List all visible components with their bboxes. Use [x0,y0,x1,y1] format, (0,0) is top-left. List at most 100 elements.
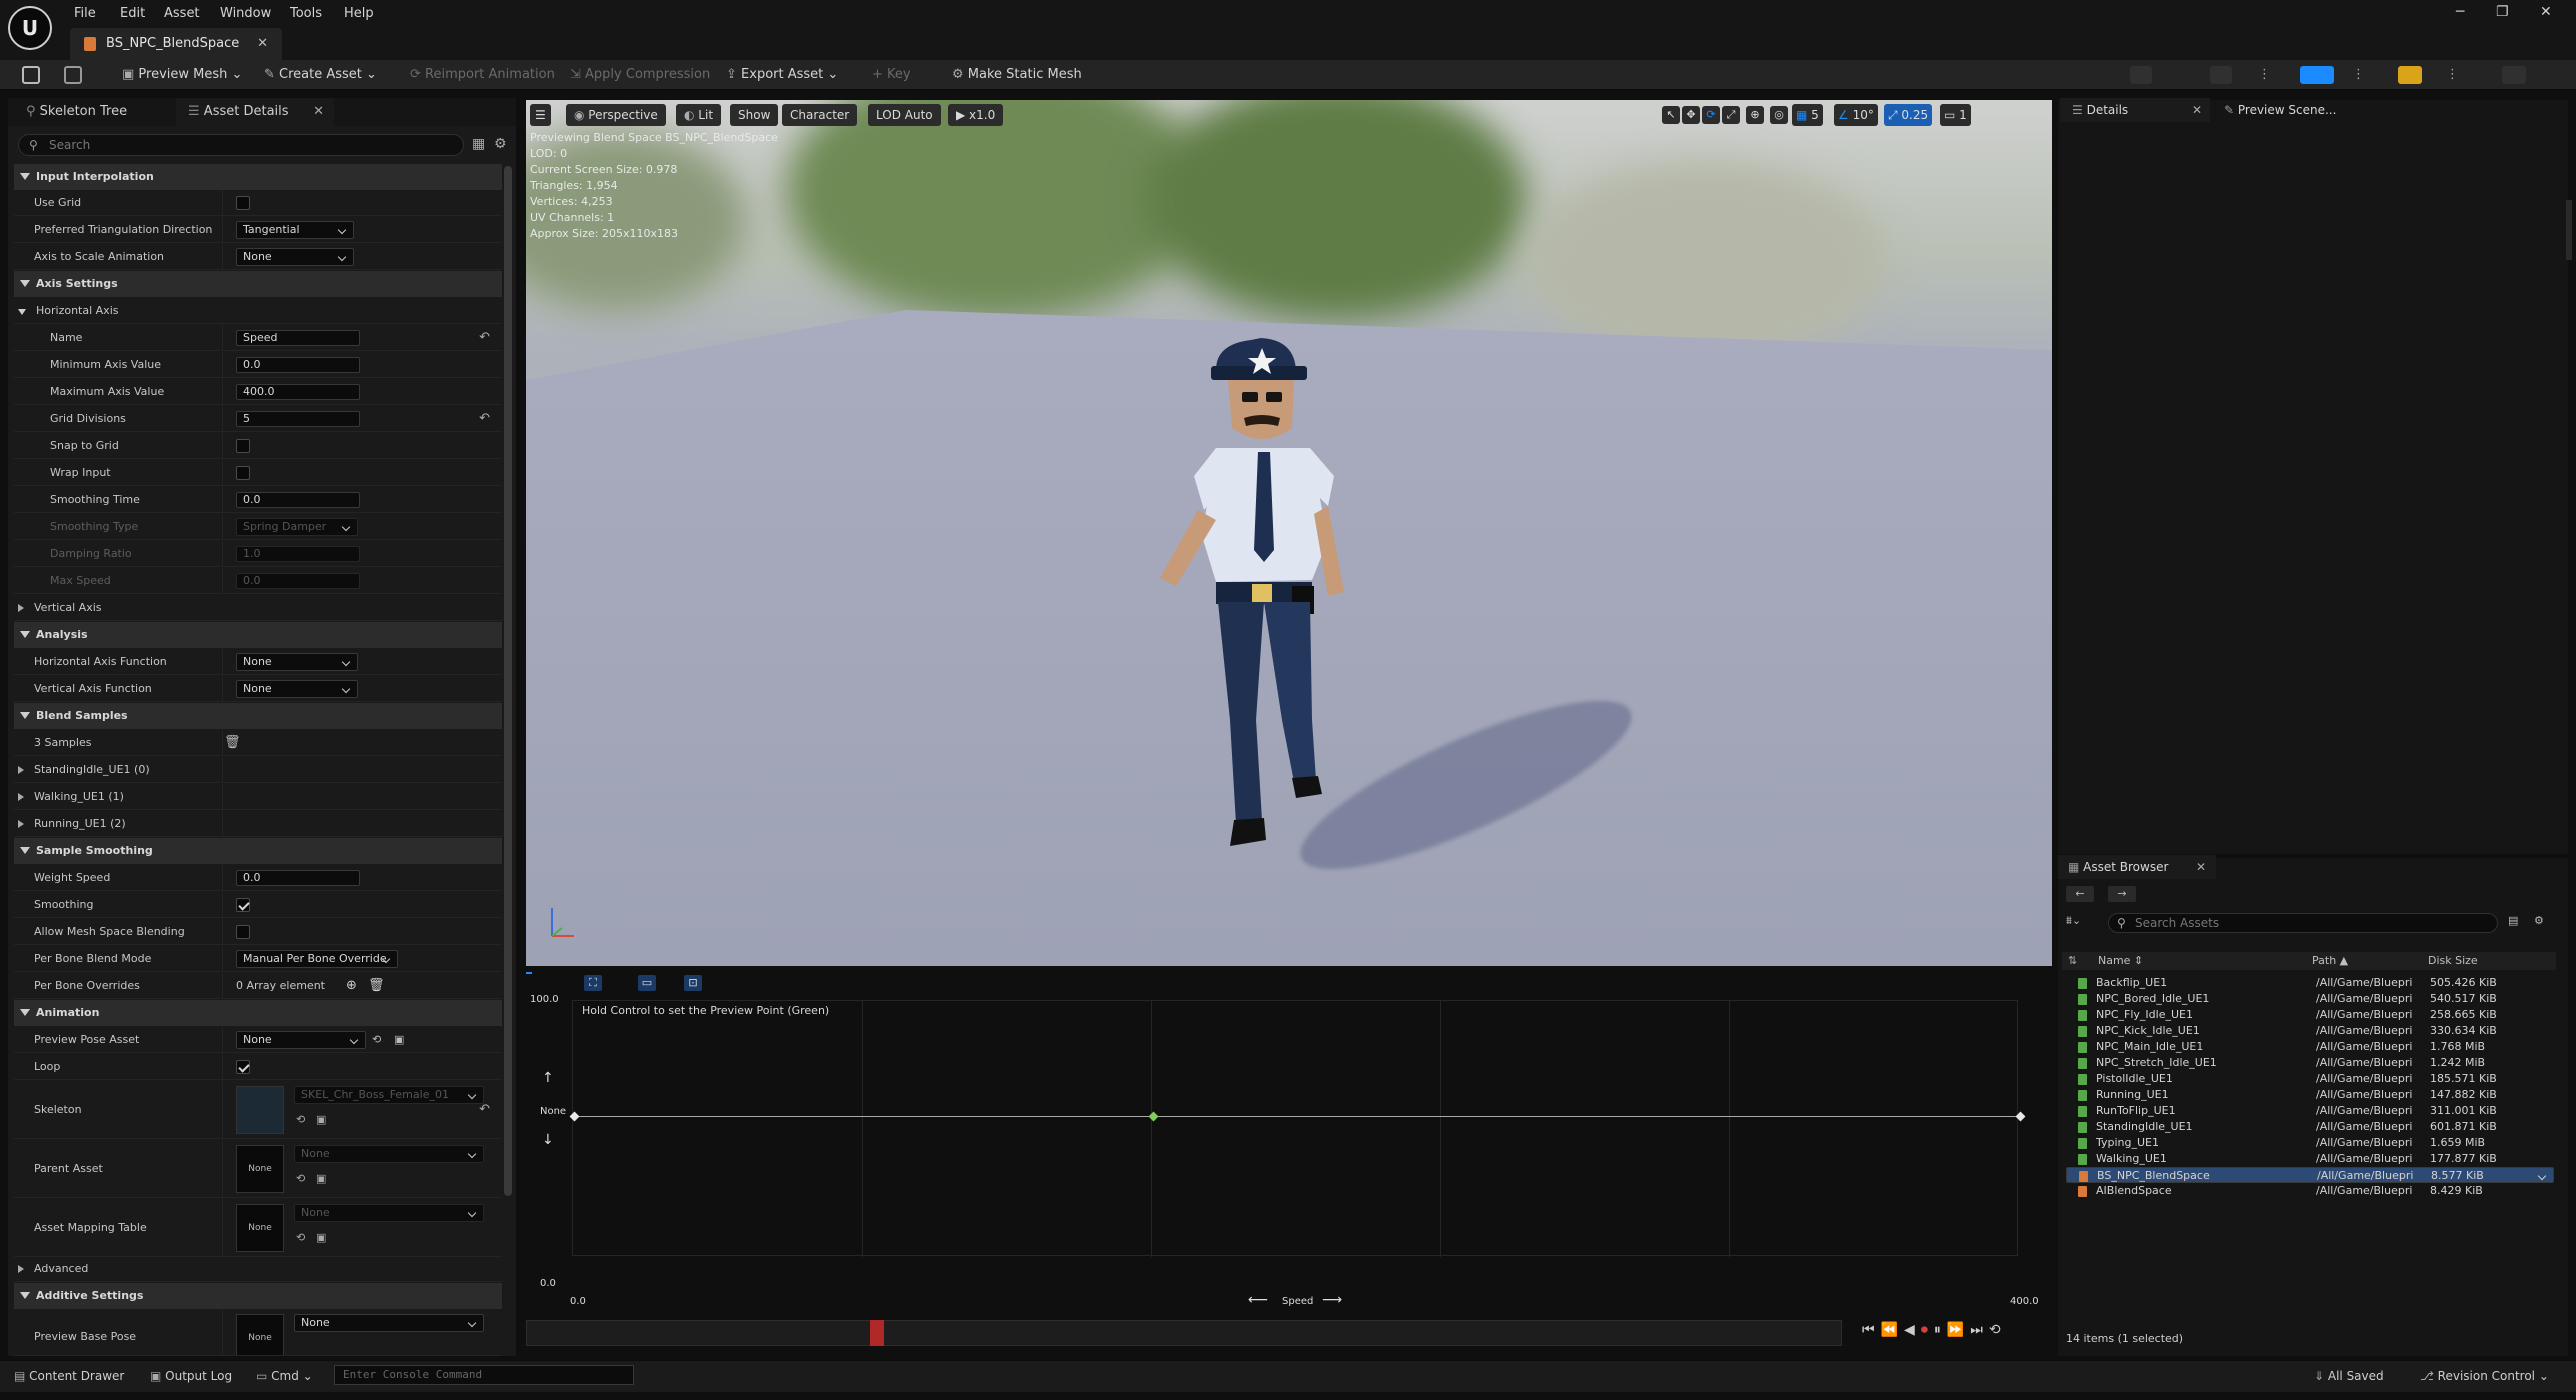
viewport-menu-icon[interactable]: ☰ [530,104,551,126]
expand-arrow-icon[interactable] [18,820,24,828]
section-input-interpolation[interactable]: Input Interpolation [14,164,502,190]
asset-row[interactable]: NPC_Main_Idle_UE1/All/Game/Bluepri 1.768 … [2066,1039,2554,1055]
unreal-logo-icon[interactable]: U [8,6,52,50]
tab-asset-browser[interactable]: ▦ Asset Browser ✕ [2058,855,2216,879]
delete-trash-icon[interactable]: 🗑 [368,973,385,999]
use-selected-icon[interactable]: ⟲ [372,1027,381,1053]
preferred-triangulation-dropdown[interactable]: Tangential [236,221,354,239]
expand-arrow-icon[interactable] [18,604,24,612]
parent-asset-dropdown[interactable]: None [294,1145,484,1163]
column-path-header[interactable]: Path ▲ [2312,952,2348,970]
lod-button[interactable]: LOD Auto [868,104,941,126]
use-selected-icon[interactable]: ⟲ [296,1225,305,1251]
asset-row[interactable]: RunToFlip_UE1/All/Game/Bluepri 311.001 Ki… [2066,1103,2554,1119]
world-space-icon[interactable]: ⊕ [1746,106,1764,124]
scale-snap-button[interactable]: ⤢ 0.25 [1884,104,1933,126]
filter-icon[interactable]: ⩩⌄ [2066,914,2081,928]
panel-scrollbar[interactable] [2566,200,2572,260]
expand-arrow-icon[interactable] [18,1265,24,1273]
row-horizontal-axis[interactable]: Horizontal Axis [14,298,502,324]
pause-icon[interactable]: ⏸ [1934,1322,1947,1338]
min-axis-input[interactable]: 0.0 [236,357,360,373]
v-axis-function-dropdown[interactable]: None [236,680,358,698]
rotate-tool-icon[interactable]: ⟳ [1702,106,1720,124]
make-static-mesh-button[interactable]: ⚙ Make Static Mesh [952,60,1082,90]
column-name-header[interactable]: Name ⇕ [2098,952,2143,970]
back-arrow-icon[interactable]: ← [2066,886,2094,902]
snap-to-grid-checkbox[interactable] [236,439,250,453]
close-tab-icon[interactable]: ✕ [313,98,324,126]
expand-arrow-icon[interactable] [18,793,24,801]
smoothing-time-input[interactable]: 0.0 [236,492,360,508]
restore-icon[interactable]: ❐ [2496,4,2509,20]
details-scrollbar[interactable] [504,166,512,1196]
physics-mode-icon[interactable] [2502,66,2526,84]
max-speed-input[interactable]: 0.0 [236,573,360,589]
section-animation[interactable]: Animation [14,1000,502,1026]
axis-name-input[interactable]: Speed [236,330,360,346]
tab-asset-details[interactable]: ☰ Asset Details ✕ [176,98,334,126]
loop-icon[interactable]: ⟲ [1989,1322,2007,1338]
skeleton-mode-icon[interactable] [2130,66,2152,84]
row-advanced[interactable]: Advanced [14,1256,502,1282]
details-search-input[interactable]: ⚲ Search [18,134,464,156]
document-tab[interactable]: BS_NPC_BlendSpace ✕ [70,28,282,60]
lit-button[interactable]: ◐ Lit [676,104,722,126]
preview-mesh-button[interactable]: ▣ Preview Mesh ⌄ [122,60,242,90]
output-log-button[interactable]: ▣ Output Log [150,1366,232,1386]
menu-file[interactable]: File [74,6,96,21]
apply-compression-button[interactable]: ⇲ Apply Compression [570,60,710,90]
browse-folder-icon[interactable]: ▣ [316,1166,326,1192]
asset-search-input[interactable]: ⚲ Search Assets [2108,913,2498,933]
animation-mode-icon[interactable] [2300,66,2334,84]
tab-skeleton-tree[interactable]: ⚲ Skeleton Tree [14,98,139,126]
parent-asset-thumbnail[interactable]: None [236,1145,284,1193]
wrap-input-checkbox[interactable] [236,466,250,480]
grid-snap-button[interactable]: ▦ 5 [1792,104,1823,126]
section-additive-settings[interactable]: Additive Settings [14,1283,502,1309]
all-saved-button[interactable]: ⇓ All Saved [2314,1366,2384,1386]
preview-base-pose-dropdown[interactable]: None [294,1314,484,1332]
close-tab-icon[interactable]: ✕ [2196,855,2206,879]
section-analysis[interactable]: Analysis [14,622,502,648]
playback-speed-button[interactable]: ▶ x1.0 [948,104,1004,126]
delete-trash-icon[interactable]: 🗑 [224,730,241,756]
table-view-icon[interactable]: ▦ [472,136,485,152]
revision-control-button[interactable]: ⎇ Revision Control ⌄ [2420,1366,2549,1386]
grid-divisions-input[interactable]: 5 [236,411,360,427]
save-icon[interactable] [22,66,40,84]
surface-snap-icon[interactable]: ◎ [1770,106,1788,124]
row-sample-1[interactable]: StandingIdle_UE1 (0) [14,757,502,783]
asset-row[interactable]: Walking_UE1/All/Game/Bluepri 177.877 KiB [2066,1151,2554,1167]
mesh-mode-menu-icon[interactable]: ⋮ [2258,60,2271,90]
section-axis-settings[interactable]: Axis Settings [14,271,502,297]
animation-mode-menu-icon[interactable]: ⋮ [2352,60,2365,90]
row-sample-3[interactable]: Running_UE1 (2) [14,811,502,837]
tab-details[interactable]: ☰ Details ✕ [2060,98,2210,122]
asset-row[interactable]: NPC_Kick_Idle_UE1/All/Game/Bluepri 330.63… [2066,1023,2554,1039]
rotation-snap-button[interactable]: ∠ 10° [1834,104,1878,126]
row-vertical-axis[interactable]: Vertical Axis [14,595,502,621]
expand-arrow-icon[interactable] [18,309,26,315]
show-triangulation-icon[interactable]: ▭ [638,975,656,991]
allow-mesh-blend-checkbox[interactable] [236,925,250,939]
skeleton-thumbnail-icon[interactable] [236,1086,284,1134]
console-input[interactable]: Enter Console Command [334,1365,634,1385]
close-window-icon[interactable]: ✕ [2540,4,2552,20]
character-button[interactable]: Character [782,104,858,126]
use-selected-icon[interactable]: ⟲ [296,1166,305,1192]
select-tool-icon[interactable]: ↖ [1662,106,1680,124]
column-size-header[interactable]: Disk Size [2428,952,2478,970]
weight-speed-input[interactable]: 0.0 [236,870,360,886]
max-axis-input[interactable]: 400.0 [236,384,360,400]
asset-row[interactable]: StandingIdle_UE1/All/Game/Bluepri 601.871… [2066,1119,2554,1135]
preview-base-pose-thumbnail[interactable]: None [236,1314,284,1355]
blueprint-mode-icon[interactable] [2398,66,2422,84]
menu-asset[interactable]: Asset [164,6,200,21]
expand-arrow-icon[interactable] [18,766,24,774]
asset-row[interactable]: Backflip_UE1/All/Game/Bluepri 505.426 KiB [2066,975,2554,991]
browse-folder-icon[interactable]: ▣ [316,1225,326,1251]
blendspace-editor[interactable]: ⛶ ▭ ⊡ 100.0 None ↑ ↓ 0.0 Hold Control to… [526,972,2052,1354]
asset-row[interactable]: Typing_UE1/All/Game/Bluepri 1.659 MiB [2066,1135,2554,1151]
reset-to-default-icon[interactable]: ↶ [479,1097,490,1123]
